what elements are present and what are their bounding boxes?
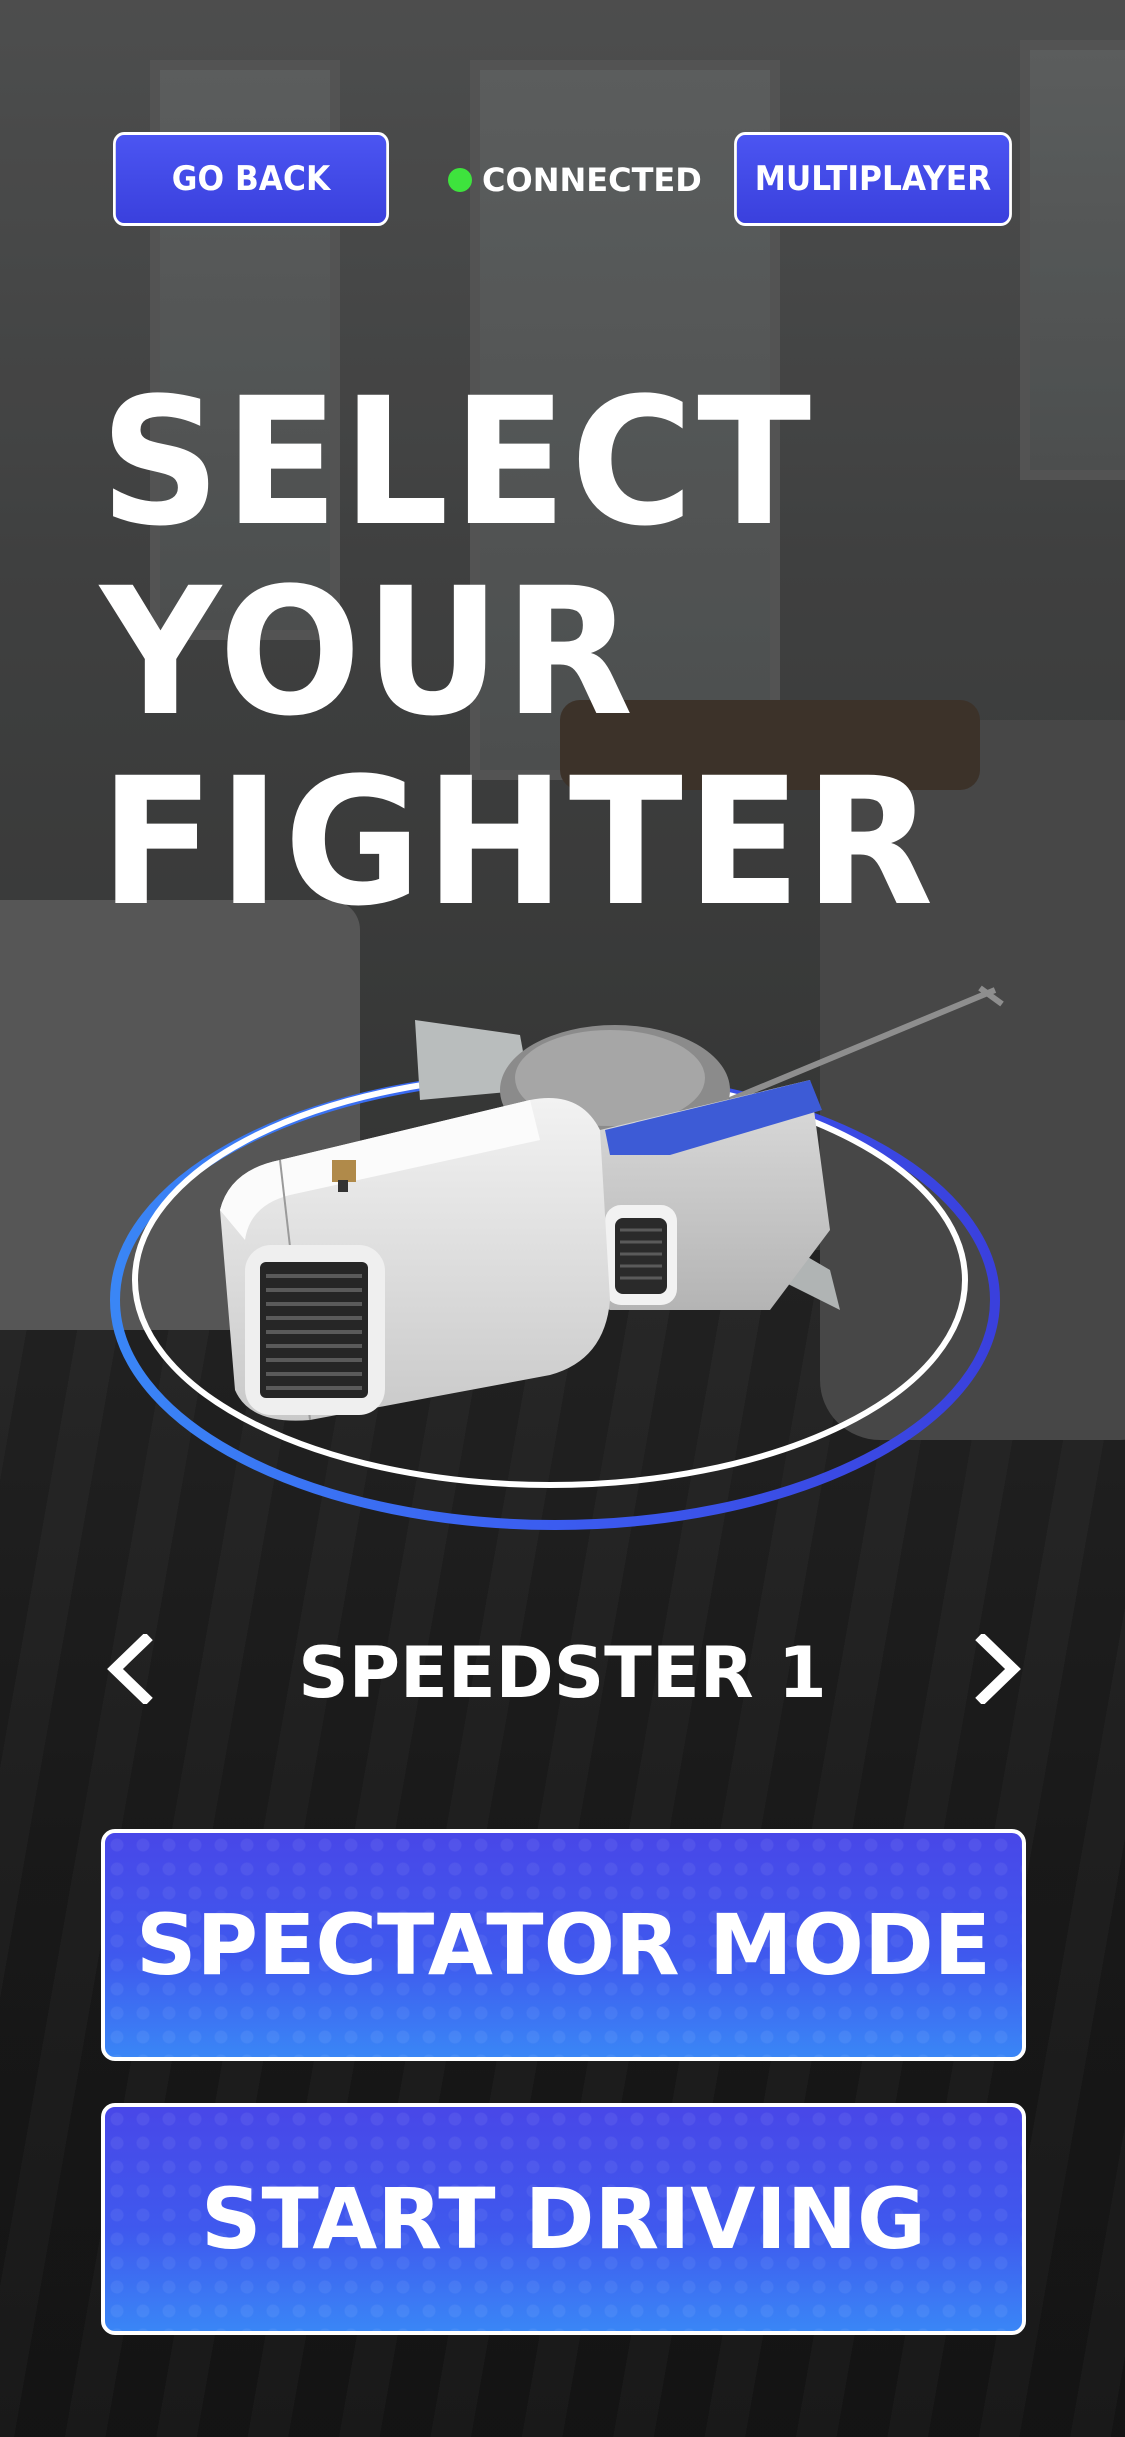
go-back-button[interactable]: GO BACK [113, 132, 389, 226]
chevron-right-icon[interactable] [958, 1626, 1038, 1712]
page-title: SELECT YOUR FIGHTER [100, 368, 955, 938]
title-line-2: YOUR [100, 550, 637, 755]
connection-status: CONNECTED [448, 158, 702, 202]
multiplayer-button[interactable]: MULTIPLAYER [734, 132, 1012, 226]
fighter-preview[interactable] [110, 980, 1010, 1540]
status-dot-icon [448, 168, 472, 192]
title-line-3: FIGHTER [100, 740, 938, 945]
fighter-selector: SPEEDSTER 1 [0, 1620, 1125, 1720]
title-line-1: SELECT [100, 360, 815, 565]
spaceship-model [110, 985, 1004, 1530]
fighter-name: SPEEDSTER 1 [298, 1632, 827, 1714]
spectator-mode-button[interactable]: SPECTATOR MODE [101, 1829, 1026, 2061]
status-text: CONNECTED [482, 161, 702, 199]
start-driving-button[interactable]: START DRIVING [101, 2103, 1026, 2335]
